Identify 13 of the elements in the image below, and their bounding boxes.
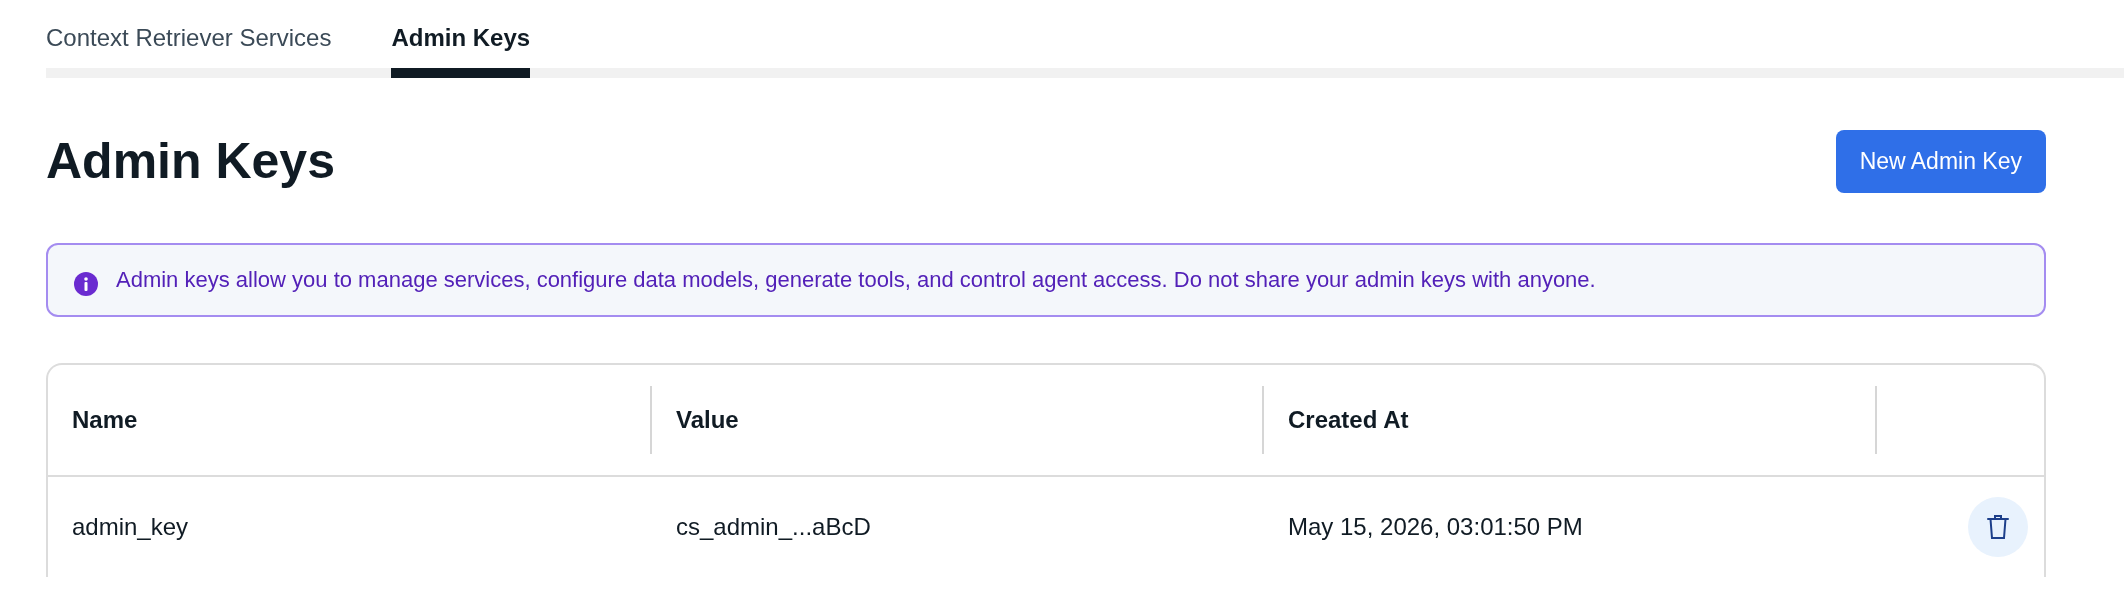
tab[interactable]: Admin Keys	[391, 0, 531, 78]
tab[interactable]: Context Retriever Services	[46, 0, 332, 78]
column-header: Value	[675, 405, 739, 435]
info-icon	[74, 271, 98, 296]
alert-text: Admin keys allow you to manage services, configure data models, generate tools, and control agent access. Do not share your admin keys with anyone.	[116, 265, 1596, 294]
trash-icon	[1987, 514, 2009, 540]
table-cell-text: May 15, 2026, 03:01:50 PM	[1287, 513, 1583, 540]
column-header: Name	[71, 406, 138, 433]
table-cell-text: admin_key	[71, 513, 189, 540]
page-title: Admin Keys	[46, 132, 335, 192]
column-header: Created At	[1287, 405, 1409, 435]
new-admin-key-button[interactable]: New Admin Key	[1835, 130, 2046, 193]
table-cell-text: cs_admin_...aBcD	[675, 513, 871, 540]
